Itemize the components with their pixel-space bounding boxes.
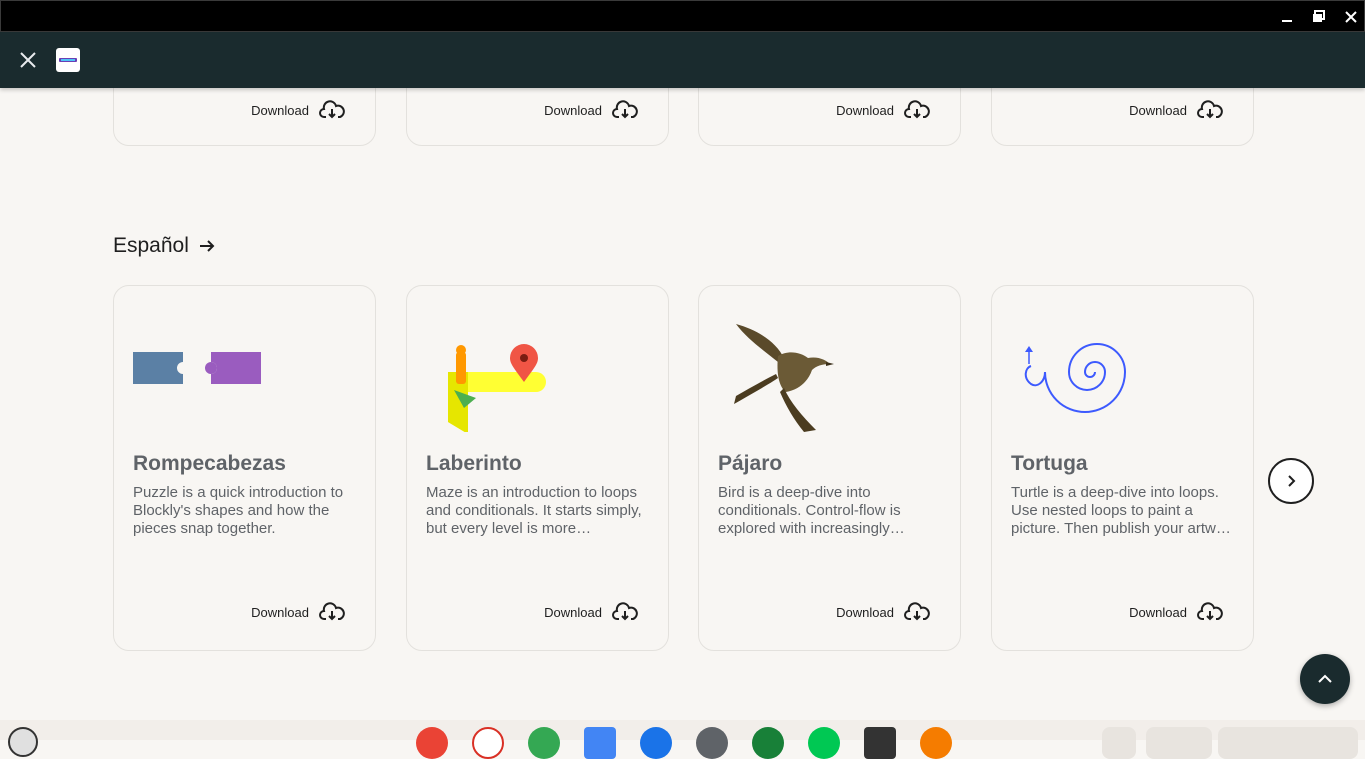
download-button[interactable]: Download (251, 100, 345, 120)
card-description: Puzzle is a quick introduction to Blockl… (133, 484, 344, 537)
section-title-link[interactable]: Español (113, 234, 217, 258)
card-description: Turtle is a deep-dive into loops. Use ne… (1011, 484, 1237, 537)
section-title: Español (113, 234, 189, 257)
docs-icon[interactable] (584, 727, 616, 759)
bird-image (718, 312, 858, 432)
game-card-puzzle[interactable]: Rompecabezas Puzzle is a quick introduct… (113, 285, 376, 651)
cloud-download-icon (904, 100, 930, 119)
download-button[interactable]: Download (544, 100, 638, 120)
window-close-icon[interactable] (1341, 7, 1361, 27)
carousel-next-button[interactable] (1268, 458, 1314, 504)
card-title: Tortuga (1011, 452, 1088, 475)
scroll-to-top-button[interactable] (1300, 654, 1350, 704)
download-button[interactable]: Download (836, 100, 930, 120)
main-content: Download Download Download Download Espa… (0, 88, 1365, 720)
cloud-download-icon (319, 602, 345, 621)
minimize-icon[interactable] (1277, 7, 1297, 27)
download-button[interactable]: Download (1129, 602, 1223, 622)
download-label: Download (251, 604, 309, 620)
top-card-4: Download (991, 88, 1254, 146)
download-label: Download (544, 604, 602, 620)
game-card-bird[interactable]: Pájaro Bird is a deep-dive into conditio… (698, 285, 961, 651)
app-bar (0, 32, 1365, 88)
download-label: Download (544, 102, 602, 118)
download-button[interactable]: Download (836, 602, 930, 622)
window-titlebar (0, 0, 1365, 32)
chevron-right-icon (1288, 475, 1296, 487)
download-label: Download (251, 102, 309, 118)
download-label: Download (1129, 604, 1187, 620)
card-description: Maze is an introduction to loops and con… (426, 484, 642, 537)
cloud-download-icon (1197, 602, 1223, 621)
gmail-icon[interactable] (472, 727, 504, 759)
close-icon[interactable] (16, 48, 40, 72)
card-description: Bird is a deep-dive into conditionals. C… (718, 484, 901, 537)
terminal-icon[interactable] (864, 727, 896, 759)
download-button[interactable]: Download (251, 602, 345, 622)
puzzle-pieces-image (133, 312, 273, 432)
download-label: Download (1129, 102, 1187, 118)
chevron-up-icon (1318, 674, 1332, 683)
card-title: Laberinto (426, 452, 522, 475)
card-title: Rompecabezas (133, 452, 286, 475)
download-label: Download (836, 102, 894, 118)
top-card-1: Download (113, 88, 376, 146)
card-title: Pájaro (718, 452, 783, 475)
drive-icon[interactable] (528, 727, 560, 759)
arrow-right-icon (199, 240, 215, 252)
maximize-icon[interactable] (1309, 7, 1329, 27)
top-card-3: Download (698, 88, 961, 146)
app-icon[interactable] (752, 727, 784, 759)
tray-item[interactable] (1102, 727, 1136, 759)
cloud-download-icon (1197, 100, 1223, 119)
app-logo-icon (56, 48, 80, 72)
download-button[interactable]: Download (544, 602, 638, 622)
cloud-download-icon (612, 100, 638, 119)
turtle-spiral-image (1011, 312, 1151, 432)
top-card-2: Download (406, 88, 669, 146)
launcher-icon[interactable] (8, 727, 38, 757)
cloud-download-icon (904, 602, 930, 621)
chrome-icon[interactable] (416, 727, 448, 759)
app-orange-icon[interactable] (920, 727, 952, 759)
download-label: Download (836, 604, 894, 620)
maze-image (426, 312, 566, 434)
os-shelf (0, 720, 1365, 759)
game-card-maze[interactable]: Laberinto Maze is an introduction to loo… (406, 285, 669, 651)
settings-icon[interactable] (696, 727, 728, 759)
files-icon[interactable] (640, 727, 672, 759)
download-button[interactable]: Download (1129, 100, 1223, 120)
cloud-download-icon (319, 100, 345, 119)
tray-item[interactable] (1146, 727, 1212, 759)
status-tray[interactable] (1218, 727, 1358, 759)
cloud-download-icon (612, 602, 638, 621)
game-card-turtle[interactable]: Tortuga Turtle is a deep-dive into loops… (991, 285, 1254, 651)
play-store-icon[interactable] (808, 727, 840, 759)
